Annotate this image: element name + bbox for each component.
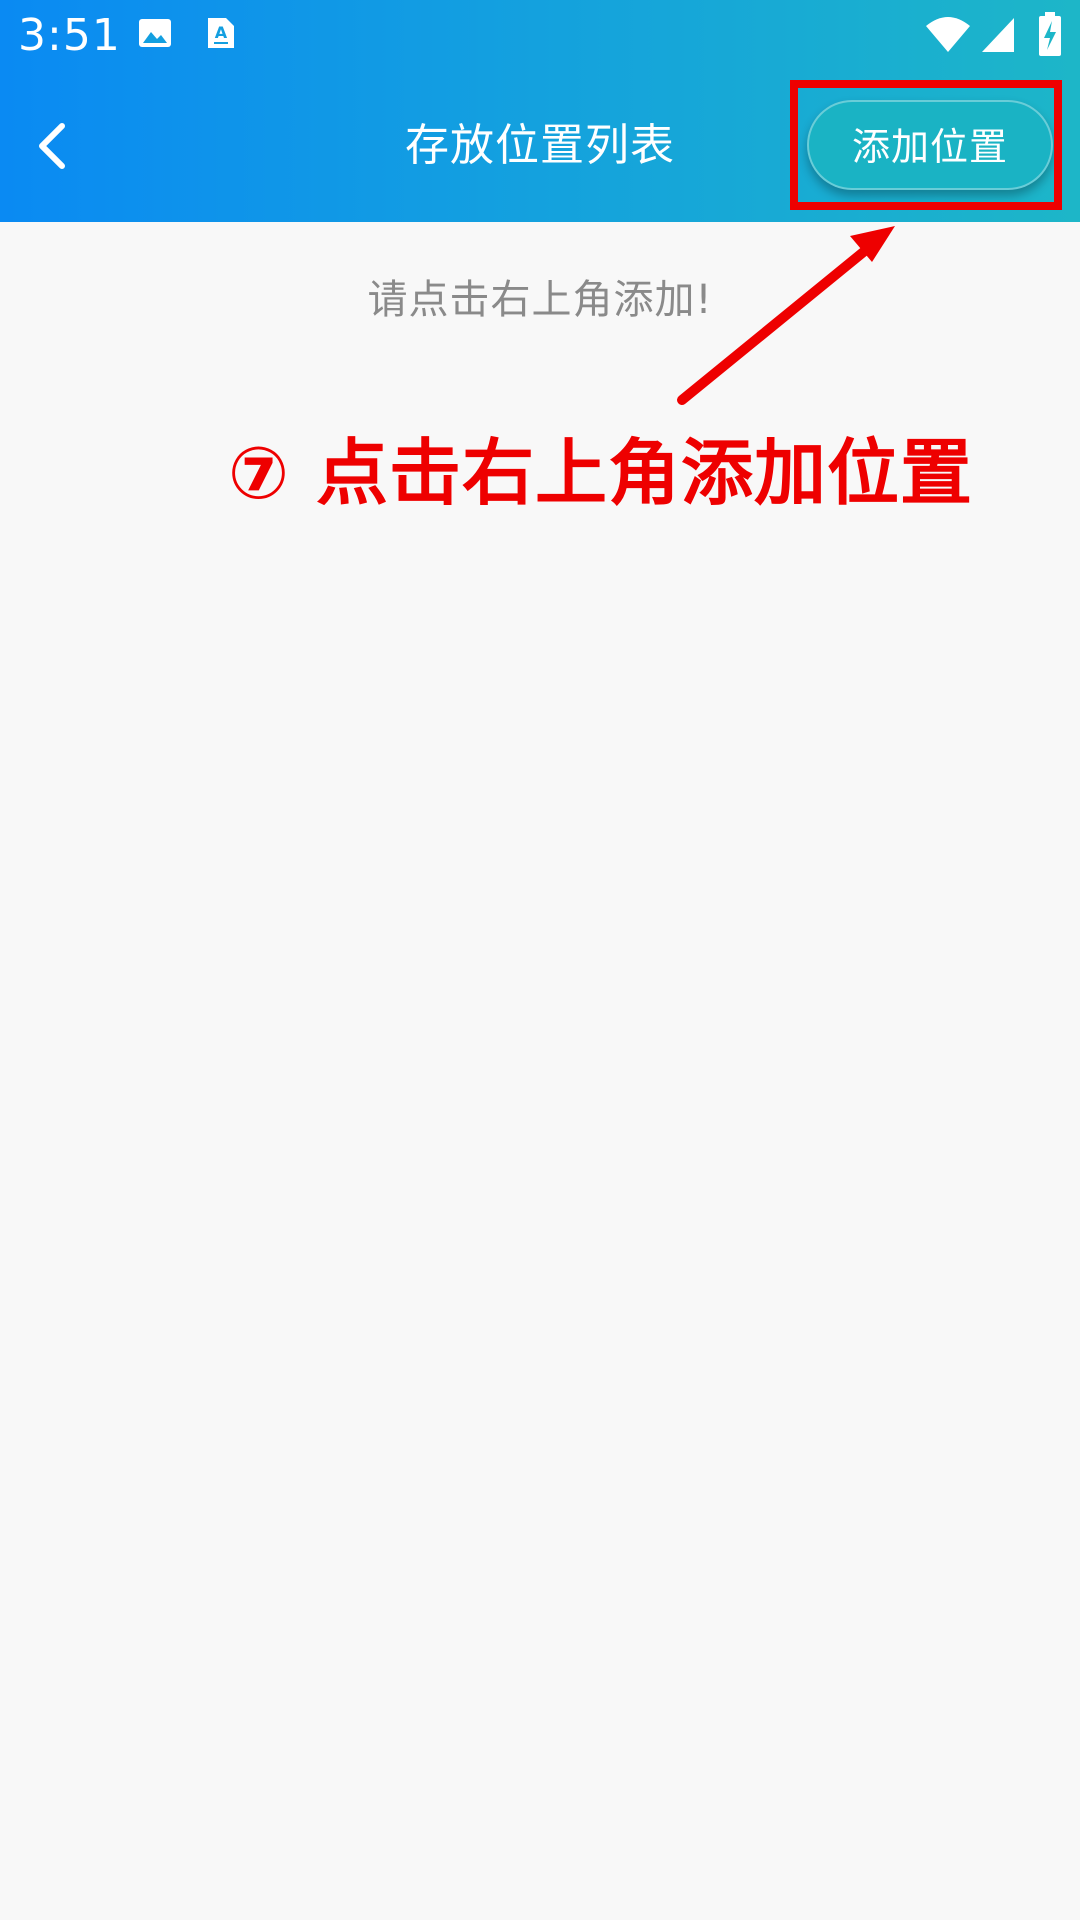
status-bar: 3:51 A xyxy=(0,0,1080,72)
image-icon xyxy=(138,16,172,54)
signal-icon xyxy=(980,16,1016,58)
empty-list-hint: 请点击右上角添加! xyxy=(367,277,713,323)
annotation-highlight-box xyxy=(790,80,1062,210)
annotation-instruction: ⑦ 点击右上角添加位置 xyxy=(228,431,974,515)
wifi-icon xyxy=(924,14,972,58)
status-time: 3:51 xyxy=(18,10,121,61)
text-a-icon: A xyxy=(206,16,236,54)
screen: 3:51 A 存放位置列表 添加位置 请点击右上角添加! ⑦ 点击右上角添加位置 xyxy=(0,0,1080,1920)
svg-text:A: A xyxy=(215,23,228,42)
battery-charging-icon xyxy=(1038,12,1062,60)
